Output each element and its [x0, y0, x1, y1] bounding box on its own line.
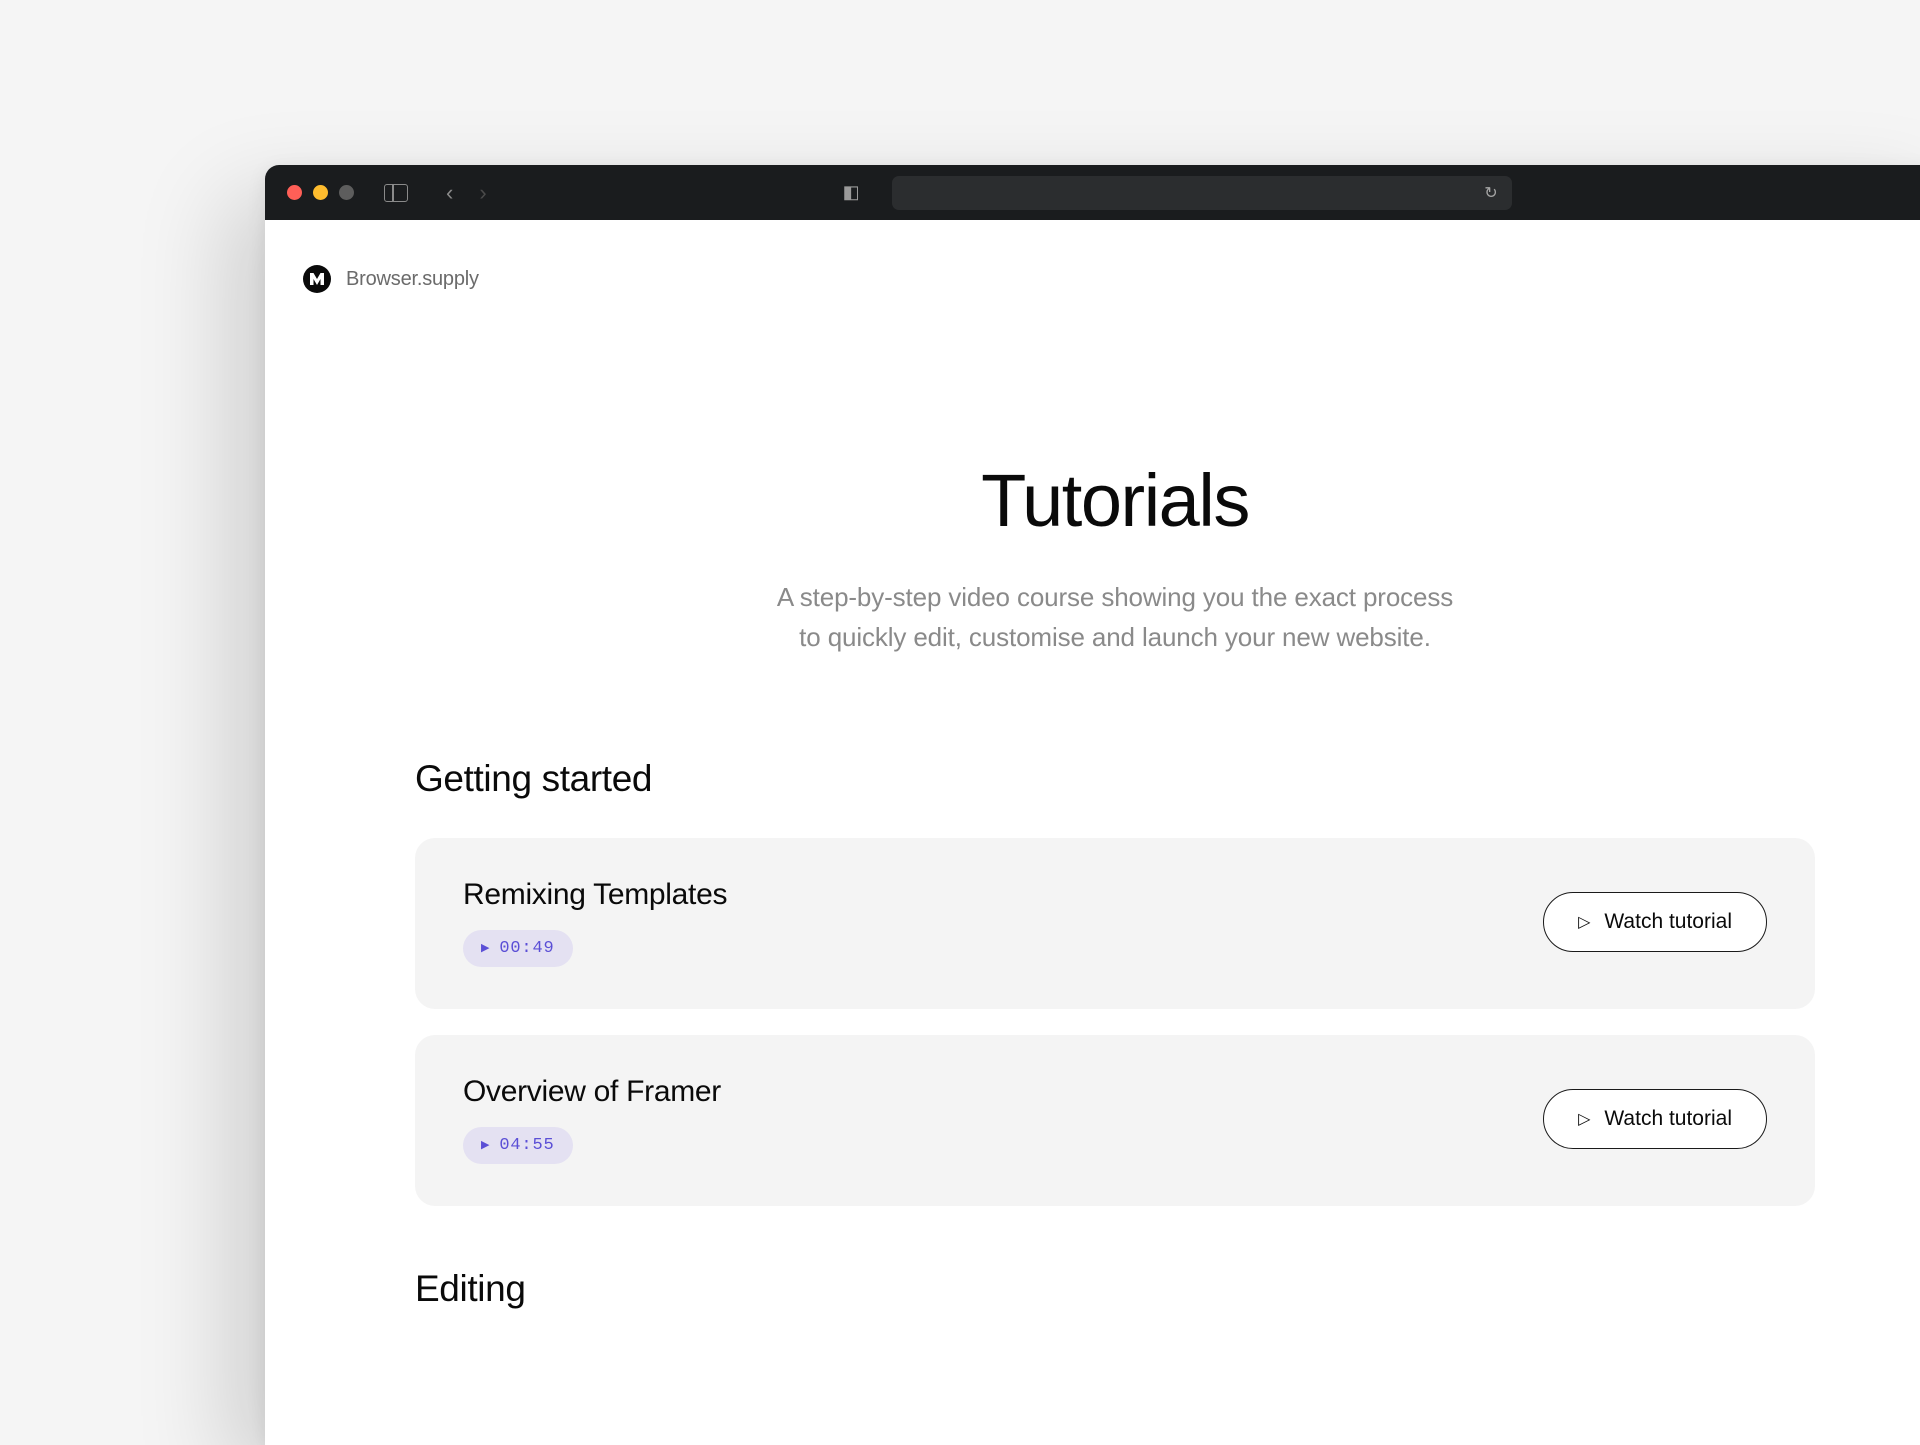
nav-back-button[interactable]: ‹ [446, 182, 453, 204]
url-bar[interactable]: ↻ [892, 176, 1512, 210]
window-maximize-button[interactable] [339, 185, 354, 200]
subtitle-line: A step-by-step video course showing you … [777, 582, 1453, 612]
browser-titlebar: ‹ › ◧ ↻ [265, 165, 1920, 220]
tutorial-card: Overview of Framer ▶ 04:55 ▷ Watch tutor… [415, 1035, 1815, 1206]
sidebar-toggle-icon[interactable] [384, 184, 408, 202]
nav-forward-button[interactable]: › [479, 182, 486, 204]
tutorial-info: Remixing Templates ▶ 00:49 [463, 878, 727, 967]
section-getting-started: Getting started Remixing Templates ▶ 00:… [265, 758, 1920, 1206]
hero: Tutorials A step-by-step video course sh… [265, 458, 1920, 658]
watch-tutorial-button[interactable]: ▷ Watch tutorial [1543, 892, 1767, 952]
play-outline-icon: ▷ [1578, 1109, 1590, 1129]
duration-text: 04:55 [499, 1136, 554, 1155]
page-title: Tutorials [305, 458, 1920, 543]
page-subtitle: A step-by-step video course showing you … [305, 577, 1920, 658]
section-editing: Editing [265, 1268, 1920, 1310]
traffic-lights [287, 185, 354, 200]
play-icon: ▶ [481, 1138, 490, 1152]
tutorial-info: Overview of Framer ▶ 04:55 [463, 1075, 721, 1164]
section-title: Editing [415, 1268, 1815, 1310]
privacy-shield-icon[interactable]: ◧ [843, 182, 860, 203]
reload-icon[interactable]: ↻ [1484, 183, 1497, 203]
brand-logo-icon [303, 265, 331, 293]
nav-arrows: ‹ › [446, 182, 487, 204]
tutorial-title: Remixing Templates [463, 878, 727, 912]
browser-window: ‹ › ◧ ↻ Browser.supply Tutorials A step-… [265, 165, 1920, 1445]
section-title: Getting started [415, 758, 1815, 800]
duration-badge: ▶ 04:55 [463, 1127, 573, 1164]
watch-button-label: Watch tutorial [1604, 910, 1732, 934]
tutorial-title: Overview of Framer [463, 1075, 721, 1109]
window-close-button[interactable] [287, 185, 302, 200]
duration-text: 00:49 [499, 939, 554, 958]
watch-button-label: Watch tutorial [1604, 1107, 1732, 1131]
brand[interactable]: Browser.supply [265, 265, 1920, 293]
page-content: Browser.supply Tutorials A step-by-step … [265, 220, 1920, 1310]
play-icon: ▶ [481, 941, 490, 955]
brand-name: Browser.supply [346, 268, 479, 291]
watch-tutorial-button[interactable]: ▷ Watch tutorial [1543, 1089, 1767, 1149]
play-outline-icon: ▷ [1578, 912, 1590, 932]
subtitle-line: to quickly edit, customise and launch yo… [799, 622, 1431, 652]
tutorial-card: Remixing Templates ▶ 00:49 ▷ Watch tutor… [415, 838, 1815, 1009]
duration-badge: ▶ 00:49 [463, 930, 573, 967]
window-minimize-button[interactable] [313, 185, 328, 200]
